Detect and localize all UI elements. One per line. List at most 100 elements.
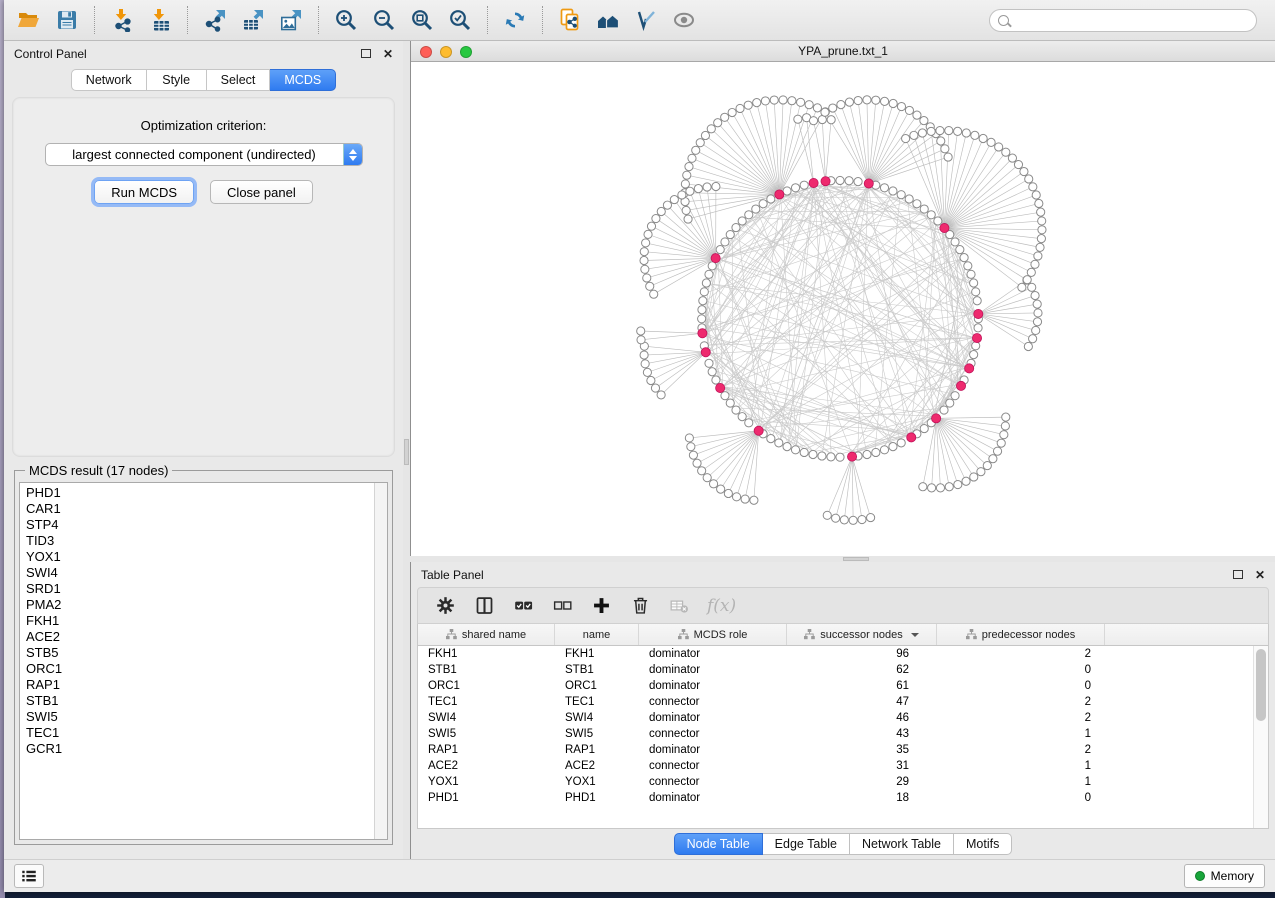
leaf-node[interactable]	[809, 117, 817, 125]
leaf-node[interactable]	[643, 274, 651, 282]
mcds-hub-node[interactable]	[907, 433, 916, 442]
leaf-node[interactable]	[732, 493, 740, 501]
leaf-node[interactable]	[714, 119, 722, 127]
leaf-node[interactable]	[840, 516, 848, 524]
leaf-node[interactable]	[1023, 276, 1031, 284]
leaf-node[interactable]	[641, 265, 649, 273]
leaf-node[interactable]	[693, 459, 701, 467]
leaf-node[interactable]	[945, 483, 953, 491]
mcds-hub-node[interactable]	[754, 426, 763, 435]
export-table-button[interactable]	[238, 5, 268, 35]
close-panel-icon[interactable]: ✕	[1255, 569, 1265, 581]
leaf-node[interactable]	[1028, 283, 1036, 291]
ring-node[interactable]	[967, 270, 975, 278]
mcds-result-item[interactable]: PMA2	[26, 597, 374, 613]
network-graph[interactable]	[411, 62, 1275, 554]
table-cell[interactable]: STB1	[418, 662, 555, 678]
table-cell[interactable]: 1	[937, 758, 1105, 774]
leaf-node[interactable]	[685, 163, 693, 171]
leaf-node[interactable]	[1031, 291, 1039, 299]
ring-node[interactable]	[836, 453, 844, 461]
leaf-node[interactable]	[1037, 208, 1045, 216]
leaf-node[interactable]	[945, 127, 953, 135]
mcds-result-item[interactable]: ORC1	[26, 661, 374, 677]
leaf-node[interactable]	[736, 104, 744, 112]
table-row[interactable]: PHD1PHD1dominator180	[418, 790, 1253, 806]
mcds-result-item[interactable]: PHD1	[26, 485, 374, 501]
ring-node[interactable]	[809, 450, 817, 458]
leaf-node[interactable]	[692, 146, 700, 154]
leaf-node[interactable]	[1002, 413, 1010, 421]
table-cell[interactable]: TEC1	[555, 694, 639, 710]
ring-node[interactable]	[940, 406, 948, 414]
table-cell[interactable]: 46	[787, 710, 937, 726]
mcds-result-item[interactable]: SRD1	[26, 581, 374, 597]
leaf-node[interactable]	[858, 515, 866, 523]
leaf-node[interactable]	[918, 129, 926, 137]
leaf-node[interactable]	[637, 336, 645, 344]
mcds-hub-node[interactable]	[701, 348, 710, 357]
mcds-result-item[interactable]: STB5	[26, 645, 374, 661]
table-cell[interactable]: dominator	[639, 742, 787, 758]
leaf-node[interactable]	[703, 183, 711, 191]
leaf-node[interactable]	[1014, 160, 1022, 168]
leaf-node[interactable]	[761, 97, 769, 105]
ring-node[interactable]	[700, 288, 708, 296]
leaf-node[interactable]	[794, 115, 802, 123]
leaf-node[interactable]	[1029, 335, 1037, 343]
leaf-node[interactable]	[821, 108, 829, 116]
ring-node[interactable]	[775, 439, 783, 447]
ring-node[interactable]	[708, 368, 716, 376]
save-session-button[interactable]	[52, 5, 82, 35]
open-session-button[interactable]	[14, 5, 44, 35]
table-cell[interactable]: RAP1	[418, 742, 555, 758]
mcds-result-item[interactable]: TID3	[26, 533, 374, 549]
leaf-node[interactable]	[867, 514, 875, 522]
mcds-result-item[interactable]: YOX1	[26, 549, 374, 565]
ring-node[interactable]	[960, 254, 968, 262]
leaf-node[interactable]	[670, 196, 678, 204]
ring-node[interactable]	[854, 178, 862, 186]
ring-node[interactable]	[818, 452, 826, 460]
ring-node[interactable]	[783, 443, 791, 451]
table-cell[interactable]: 1	[937, 774, 1105, 790]
ring-node[interactable]	[745, 419, 753, 427]
leaf-node[interactable]	[897, 102, 905, 110]
ring-node[interactable]	[973, 297, 981, 305]
leaf-node[interactable]	[694, 185, 702, 193]
leaf-node[interactable]	[880, 97, 888, 105]
leaf-node[interactable]	[707, 125, 715, 133]
close-panel-button[interactable]: Close panel	[210, 180, 313, 204]
leaf-node[interactable]	[1032, 191, 1040, 199]
mcds-hub-node[interactable]	[864, 179, 873, 188]
leaf-node[interactable]	[845, 98, 853, 106]
close-window-icon[interactable]	[420, 46, 432, 58]
ring-node[interactable]	[827, 453, 835, 461]
search-input[interactable]	[1015, 13, 1248, 27]
table-cell[interactable]: YOX1	[418, 774, 555, 790]
mcds-hub-node[interactable]	[716, 383, 725, 392]
leaf-node[interactable]	[989, 455, 997, 463]
leaf-node[interactable]	[944, 153, 952, 161]
table-cell[interactable]: ORC1	[418, 678, 555, 694]
float-panel-icon[interactable]	[361, 49, 371, 58]
ring-node[interactable]	[726, 399, 734, 407]
table-cell[interactable]: ORC1	[555, 678, 639, 694]
float-panel-icon[interactable]	[1233, 570, 1243, 579]
ring-node[interactable]	[927, 211, 935, 219]
leaf-node[interactable]	[863, 96, 871, 104]
tab-mcds[interactable]: MCDS	[270, 69, 336, 91]
minimize-window-icon[interactable]	[440, 46, 452, 58]
mcds-hub-node[interactable]	[932, 414, 941, 423]
leaf-node[interactable]	[983, 462, 991, 470]
leaf-node[interactable]	[641, 360, 649, 368]
ring-node[interactable]	[956, 246, 964, 254]
leaf-node[interactable]	[1000, 431, 1008, 439]
leaf-node[interactable]	[936, 127, 944, 135]
zoom-in-button[interactable]	[331, 5, 361, 35]
leaf-node[interactable]	[837, 101, 845, 109]
table-cell[interactable]: dominator	[639, 662, 787, 678]
leaf-node[interactable]	[913, 111, 921, 119]
ring-node[interactable]	[721, 238, 729, 246]
mcds-hub-node[interactable]	[965, 364, 974, 373]
